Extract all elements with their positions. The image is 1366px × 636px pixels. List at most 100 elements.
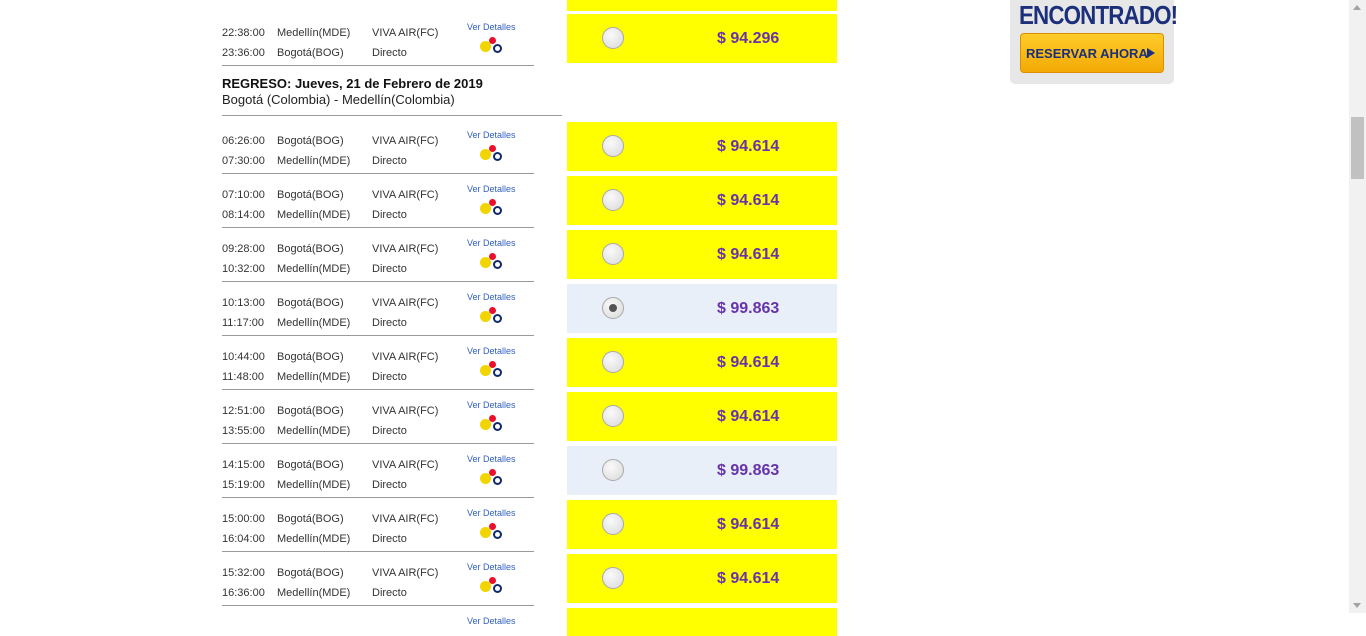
details-link[interactable]: Ver Detalles [467,22,516,32]
fare-radio[interactable] [602,27,624,49]
stops: Directo [372,47,407,59]
scroll-up-icon[interactable] [1353,5,1361,10]
header-divider [222,115,562,116]
arrival-time: 16:04:00 [222,533,265,545]
airline: VIVA AIR(FC) [372,297,439,309]
fare-price: $ 94.614 [717,192,780,209]
departure-city: Bogotá(BOG) [277,189,344,201]
fare-price: $ 94.614 [717,354,780,371]
departure-time: 12:51:00 [222,405,265,417]
departure-time: 14:15:00 [222,459,265,471]
details-link[interactable]: Ver Detalles [467,346,516,356]
fare-price: $ 99.863 [717,300,780,317]
return-flight-row: 09:28:00 Bogotá(BOG) VIVA AIR(FC) 10:32:00 M… [222,228,842,282]
airline-logo-icon [480,37,502,53]
return-header: REGRESO: Jueves, 21 de Febrero de 2019 B… [222,76,562,116]
scrollbar-thumb[interactable] [1351,117,1364,179]
arrival-city: Medellín(MDE) [277,425,351,437]
departure-city: Bogotá(BOG) [277,135,344,147]
promo-banner: ENCONTRADO! RESERVAR AHORA [1010,0,1178,84]
arrival-time: 13:55:00 [222,425,265,437]
details-link[interactable]: Ver Detalles [467,292,516,302]
return-flight-row: 15:00:00 Bogotá(BOG) VIVA AIR(FC) 16:04:00 M… [222,498,842,552]
stops: Directo [372,263,407,275]
stops: Directo [372,479,407,491]
arrival-time: 11:17:00 [222,317,265,329]
promo-headline: ENCONTRADO! [1019,0,1178,30]
fare-radio[interactable] [602,405,624,427]
fare-radio[interactable] [602,351,624,373]
departure-time: 06:26:00 [222,135,265,147]
reserve-now-label: RESERVAR AHORA [1026,46,1148,61]
details-link[interactable]: Ver Detalles [467,454,516,464]
arrival-city: Bogotá(BOG) [277,47,344,59]
fare-option[interactable]: $ 94.614 [567,230,837,279]
arrival-city: Medellín(MDE) [277,533,351,545]
airline: VIVA AIR(FC) [372,351,439,363]
airline: VIVA AIR(FC) [372,27,439,39]
airline: VIVA AIR(FC) [372,459,439,471]
return-flight-row: 10:13:00 Bogotá(BOG) VIVA AIR(FC) 11:17:00 M… [222,282,842,336]
fare-radio[interactable] [602,297,624,319]
airline-logo-icon [480,253,502,269]
reserve-now-button[interactable]: RESERVAR AHORA [1020,33,1164,73]
departure-time: 10:44:00 [222,351,265,363]
fare-option[interactable]: $ 94.614 [567,338,837,387]
fare-option-partial[interactable] [567,0,837,11]
fare-radio[interactable] [602,513,624,535]
arrival-city: Medellín(MDE) [277,263,351,275]
return-flight-row: Ver Detalles [222,606,842,636]
details-link[interactable]: Ver Detalles [467,238,516,248]
departure-city: Medellín(MDE) [277,27,351,39]
airline-logo-icon [480,145,502,161]
fare-price: $ 99.863 [717,462,780,479]
fare-option[interactable]: $ 94.614 [567,500,837,549]
fare-option[interactable]: $ 94.614 [567,176,837,225]
fare-option[interactable]: $ 94.296 [567,14,837,63]
arrival-city: Medellín(MDE) [277,209,351,221]
arrival-city: Medellín(MDE) [277,371,351,383]
fare-radio[interactable] [602,459,624,481]
fare-price: $ 94.614 [717,246,780,263]
fare-option[interactable]: $ 94.614 [567,392,837,441]
fare-radio[interactable] [602,189,624,211]
departure-time: 15:00:00 [222,513,265,525]
return-flight-row: 10:44:00 Bogotá(BOG) VIVA AIR(FC) 11:48:00 M… [222,336,842,390]
departure-city: Bogotá(BOG) [277,567,344,579]
departure-city: Bogotá(BOG) [277,297,344,309]
departure-time: 09:28:00 [222,243,265,255]
details-link[interactable]: Ver Detalles [467,616,516,626]
return-flight-row: 15:32:00 Bogotá(BOG) VIVA AIR(FC) 16:36:00 M… [222,552,842,606]
return-route: Bogotá (Colombia) - Medellín(Colombia) [222,92,455,107]
details-link[interactable]: Ver Detalles [467,400,516,410]
details-link[interactable]: Ver Detalles [467,562,516,572]
details-link[interactable]: Ver Detalles [467,184,516,194]
fare-option[interactable]: $ 94.614 [567,554,837,603]
fare-option[interactable]: $ 99.863 [567,284,837,333]
fare-price: $ 94.614 [717,408,780,425]
fare-radio[interactable] [602,243,624,265]
return-flight-row: 07:10:00 Bogotá(BOG) VIVA AIR(FC) 08:14:00 M… [222,174,842,228]
arrival-city: Medellín(MDE) [277,317,351,329]
vertical-scrollbar[interactable] [1349,0,1366,613]
fare-radio[interactable] [602,567,624,589]
fare-radio[interactable] [602,135,624,157]
stops: Directo [372,155,407,167]
scroll-down-icon[interactable] [1353,603,1361,608]
row-divider [222,65,534,66]
return-flight-row: 12:51:00 Bogotá(BOG) VIVA AIR(FC) 13:55:00 M… [222,390,842,444]
fare-price: $ 94.614 [717,516,780,533]
details-link[interactable]: Ver Detalles [467,130,516,140]
arrival-time: 16:36:00 [222,587,265,599]
departure-city: Bogotá(BOG) [277,513,344,525]
arrival-city: Medellín(MDE) [277,587,351,599]
fare-option[interactable]: $ 94.614 [567,122,837,171]
outbound-flight-row: 22:38:00 Medellín(MDE) VIVA AIR(FC) 23:3… [222,12,842,66]
stops: Directo [372,587,407,599]
fare-option[interactable]: $ 99.863 [567,446,837,495]
return-flight-row: 06:26:00 Bogotá(BOG) VIVA AIR(FC) 07:30:00 M… [222,120,842,174]
arrival-city: Medellín(MDE) [277,155,351,167]
fare-option[interactable] [567,608,837,636]
details-link[interactable]: Ver Detalles [467,508,516,518]
return-flight-row: 14:15:00 Bogotá(BOG) VIVA AIR(FC) 15:19:00 M… [222,444,842,498]
